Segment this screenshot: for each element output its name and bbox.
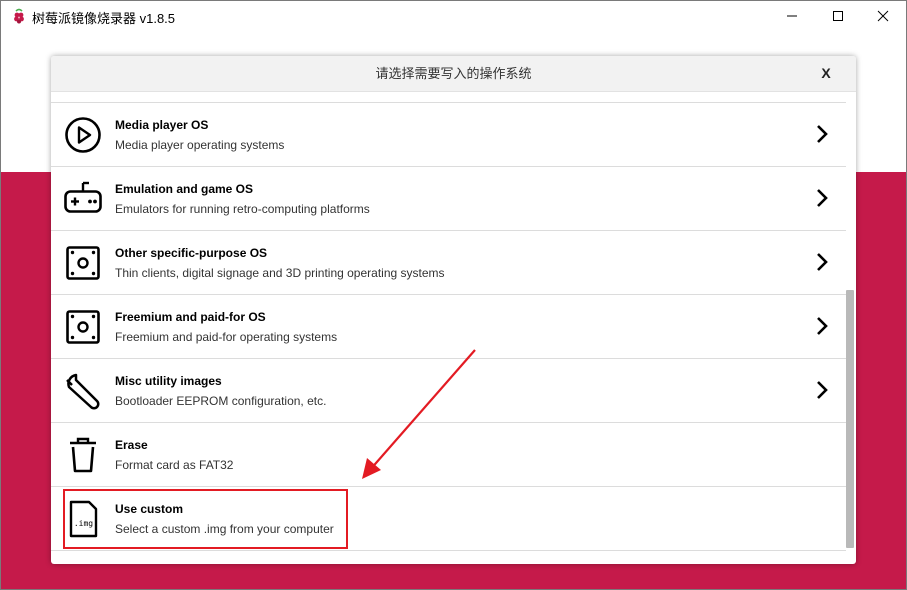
trash-icon bbox=[63, 435, 103, 475]
highlight-box bbox=[63, 489, 348, 549]
maximize-button[interactable] bbox=[815, 2, 861, 30]
os-item-name: Emulation and game OS bbox=[115, 182, 254, 196]
gamepad-icon bbox=[63, 179, 103, 219]
chevron-right-icon bbox=[815, 187, 829, 209]
os-item-name: Media player OS bbox=[115, 118, 209, 132]
os-item-name: Misc utility images bbox=[115, 374, 222, 388]
os-item-name: Erase bbox=[115, 438, 148, 452]
os-item-specific-purpose[interactable]: Other specific-purpose OS Thin clients, … bbox=[51, 231, 846, 295]
raspberry-icon bbox=[11, 8, 27, 24]
close-button[interactable] bbox=[860, 2, 906, 30]
os-item-name: Other specific-purpose OS bbox=[115, 246, 268, 260]
chip-box-icon bbox=[63, 243, 103, 283]
minimize-icon bbox=[787, 15, 797, 17]
os-item-media-player[interactable]: Media player OS Media player operating s… bbox=[51, 102, 846, 167]
os-item-emulation[interactable]: Emulation and game OS Emulators for runn… bbox=[51, 167, 846, 231]
close-icon bbox=[877, 10, 889, 22]
dialog-close-button[interactable]: X bbox=[816, 56, 836, 91]
dialog-title: 请选择需要写入的操作系统 bbox=[375, 66, 532, 81]
annotation-arrow-icon bbox=[362, 349, 476, 479]
os-item-name: Freemium and paid-for OS bbox=[115, 310, 266, 324]
os-item-description: Bootloader EEPROM configuration, etc. bbox=[115, 394, 327, 408]
os-item-description: Media player operating systems bbox=[115, 138, 285, 152]
window-title: 树莓派镜像烧录器 v1.8.5 bbox=[32, 11, 176, 26]
play-circle-icon bbox=[63, 115, 103, 155]
chevron-right-icon bbox=[815, 315, 829, 337]
wrench-icon bbox=[63, 371, 103, 411]
chevron-right-icon bbox=[815, 379, 829, 401]
os-item-description: Emulators for running retro-computing pl… bbox=[115, 202, 370, 216]
minimize-button[interactable] bbox=[769, 2, 815, 30]
os-select-dialog: 请选择需要写入的操作系统 X Media player OS Media pla… bbox=[51, 56, 856, 564]
chevron-right-icon bbox=[815, 251, 829, 273]
maximize-icon bbox=[833, 11, 843, 21]
dialog-header: 请选择需要写入的操作系统 X bbox=[51, 56, 856, 92]
os-item-description: Format card as FAT32 bbox=[115, 458, 234, 472]
os-item-description: Freemium and paid-for operating systems bbox=[115, 330, 338, 344]
chevron-right-icon bbox=[815, 123, 829, 145]
chip-box-icon bbox=[63, 307, 103, 347]
os-item-description: Thin clients, digital signage and 3D pri… bbox=[115, 266, 445, 280]
scrollbar-thumb[interactable] bbox=[846, 290, 854, 548]
title-bar[interactable]: 树莓派镜像烧录器 v1.8.5 bbox=[1, 1, 906, 31]
